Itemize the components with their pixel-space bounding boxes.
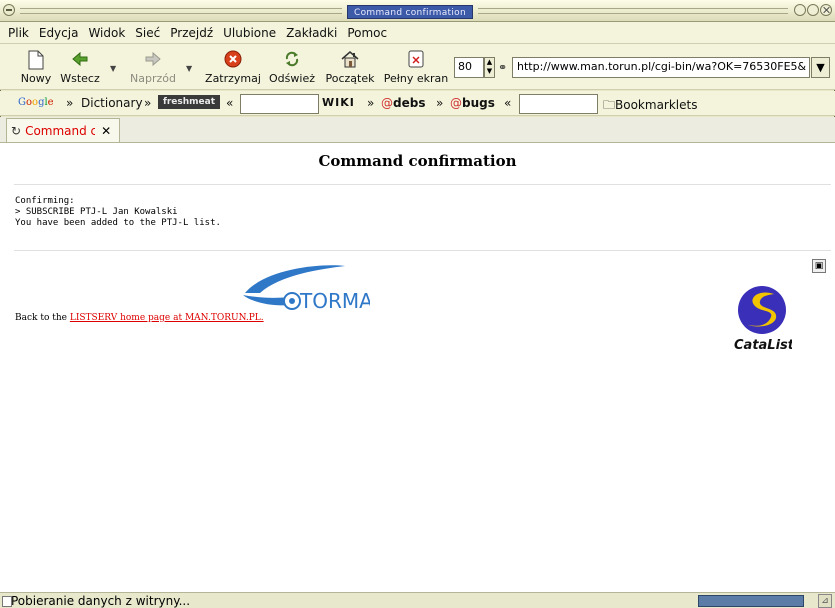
back-label: Wstecz (60, 72, 100, 85)
menu-help[interactable]: Pomoc (347, 26, 387, 40)
bookmark-google-groups[interactable]: Google (18, 97, 54, 108)
tab-label: Command co (25, 123, 96, 138)
minimize-icon[interactable] (794, 4, 806, 16)
menu-favorites[interactable]: Ulubione (223, 26, 276, 40)
divider (14, 250, 831, 251)
close-icon[interactable] (820, 4, 832, 16)
plugin-icon[interactable]: ▣ (812, 259, 826, 273)
go-icon[interactable]: ⚭ (498, 61, 507, 74)
reload-label: Odśwież (269, 72, 315, 85)
reload-icon (266, 50, 318, 72)
fullscreen-button[interactable]: Pełny ekran (381, 50, 451, 85)
fullscreen-label: Pełny ekran (383, 72, 449, 85)
divider (14, 184, 831, 185)
page-title: Command confirmation (318, 152, 517, 170)
stop-icon (204, 50, 262, 72)
torman-logo[interactable]: TORMAN (240, 261, 388, 316)
forward-button[interactable]: Naprzód (127, 50, 179, 85)
forward-history-dropdown-icon[interactable]: ▼ (186, 64, 192, 73)
bookmark-debs[interactable]: @debs (381, 96, 425, 110)
forward-label: Naprzód (130, 72, 176, 85)
page-content: Command confirmation Confirming: > SUBSC… (0, 143, 835, 592)
bookmark-freshmeat[interactable]: freshmeat (158, 95, 220, 109)
debs-label: debs (393, 96, 426, 110)
stop-button[interactable]: Zatrzymaj (204, 50, 262, 85)
bookmark-separator: » (436, 96, 444, 110)
bookmark-folder-bookmarklets[interactable]: 🗀Bookmarklets (603, 96, 697, 117)
bookmark-wiki[interactable]: WIKI (322, 96, 355, 109)
window-controls (794, 4, 832, 16)
google-groups-logo: Google (18, 97, 54, 108)
title-bar-decoration (478, 8, 788, 14)
menu-edit[interactable]: Edycja (39, 26, 79, 40)
title-bar-decoration (20, 8, 342, 14)
folder-icon: 🗀 (603, 98, 616, 112)
menu-view[interactable]: Widok (88, 26, 125, 40)
bugs-label: bugs (462, 96, 495, 110)
bookmarklets-label: Bookmarklets (615, 98, 698, 112)
zoom-stepper-icon[interactable]: ▲ ▼ (484, 57, 495, 78)
status-text: Pobieranie danych z witryny... (11, 594, 191, 608)
bookmark-search-input[interactable] (240, 94, 319, 114)
window-menu-icon[interactable] (3, 4, 15, 16)
catalist-text: CataList (734, 338, 792, 351)
new-label: Nowy (20, 72, 52, 85)
bookmark-bugs[interactable]: @bugs (450, 96, 495, 110)
menu-file[interactable]: Plik (8, 26, 29, 40)
bookmark-separator: » (66, 96, 74, 110)
confirmation-text: Confirming: > SUBSCRIBE PTJ-L Jan Kowals… (15, 196, 221, 228)
status-bar: Pobieranie danych z witryny... ⊿ (0, 592, 835, 608)
reload-button[interactable]: Odśwież (266, 50, 318, 85)
tab-close-icon[interactable]: ✕ (101, 124, 111, 138)
tab-bar (0, 117, 835, 143)
bookmark-separator: « (226, 96, 234, 110)
home-label: Początek (325, 72, 375, 85)
fullscreen-icon (381, 50, 451, 72)
at-icon: @ (450, 96, 462, 110)
window-title: Command confirmation (347, 5, 473, 19)
home-button[interactable]: Początek (322, 50, 378, 85)
bookmark-search-input-2[interactable] (519, 94, 598, 114)
stop-label: Zatrzymaj (205, 72, 261, 85)
catalist-logo[interactable]: CataList (730, 285, 795, 353)
resize-grip-icon[interactable]: ⊿ (818, 594, 832, 608)
bookmark-separator: « (504, 96, 512, 110)
torman-text: TORMAN (299, 289, 370, 313)
progress-bar (698, 595, 804, 607)
new-page-icon (18, 50, 54, 72)
back-button[interactable]: Wstecz (56, 50, 104, 85)
menu-bookmarks[interactable]: Zakładki (286, 26, 337, 40)
back-prefix: Back to the (15, 313, 70, 323)
back-paragraph: Back to the LISTSERV home page at MAN.TO… (15, 313, 264, 323)
home-icon (322, 50, 378, 72)
zoom-input[interactable]: 80 (454, 57, 484, 78)
back-arrow-icon (56, 50, 104, 72)
maximize-icon[interactable] (807, 4, 819, 16)
url-dropdown-icon[interactable]: ▼ (811, 57, 830, 78)
forward-arrow-icon (127, 50, 179, 72)
back-history-dropdown-icon[interactable]: ▼ (110, 64, 116, 73)
menu-go[interactable]: Przejdź (170, 26, 213, 40)
title-bar[interactable]: Command confirmation (0, 0, 835, 22)
listserv-home-link[interactable]: LISTSERV home page at MAN.TORUN.PL. (70, 313, 264, 323)
bookmark-separator: » (367, 96, 375, 110)
at-icon: @ (381, 96, 393, 110)
menu-bar: Plik Edycja Widok Sieć Przejdź Ulubione … (0, 22, 835, 44)
address-bar[interactable]: http://www.man.torun.pl/cgi-bin/wa?OK=76… (512, 57, 810, 78)
loading-icon: ↻ (11, 123, 22, 138)
bookmark-separator: » (144, 96, 152, 110)
tab-command-confirmation[interactable]: ↻ Command co ✕ (6, 118, 120, 142)
new-button[interactable]: Nowy (18, 50, 54, 85)
bookmark-dictionary[interactable]: Dictionary (81, 96, 143, 110)
menu-network[interactable]: Sieć (135, 26, 160, 40)
